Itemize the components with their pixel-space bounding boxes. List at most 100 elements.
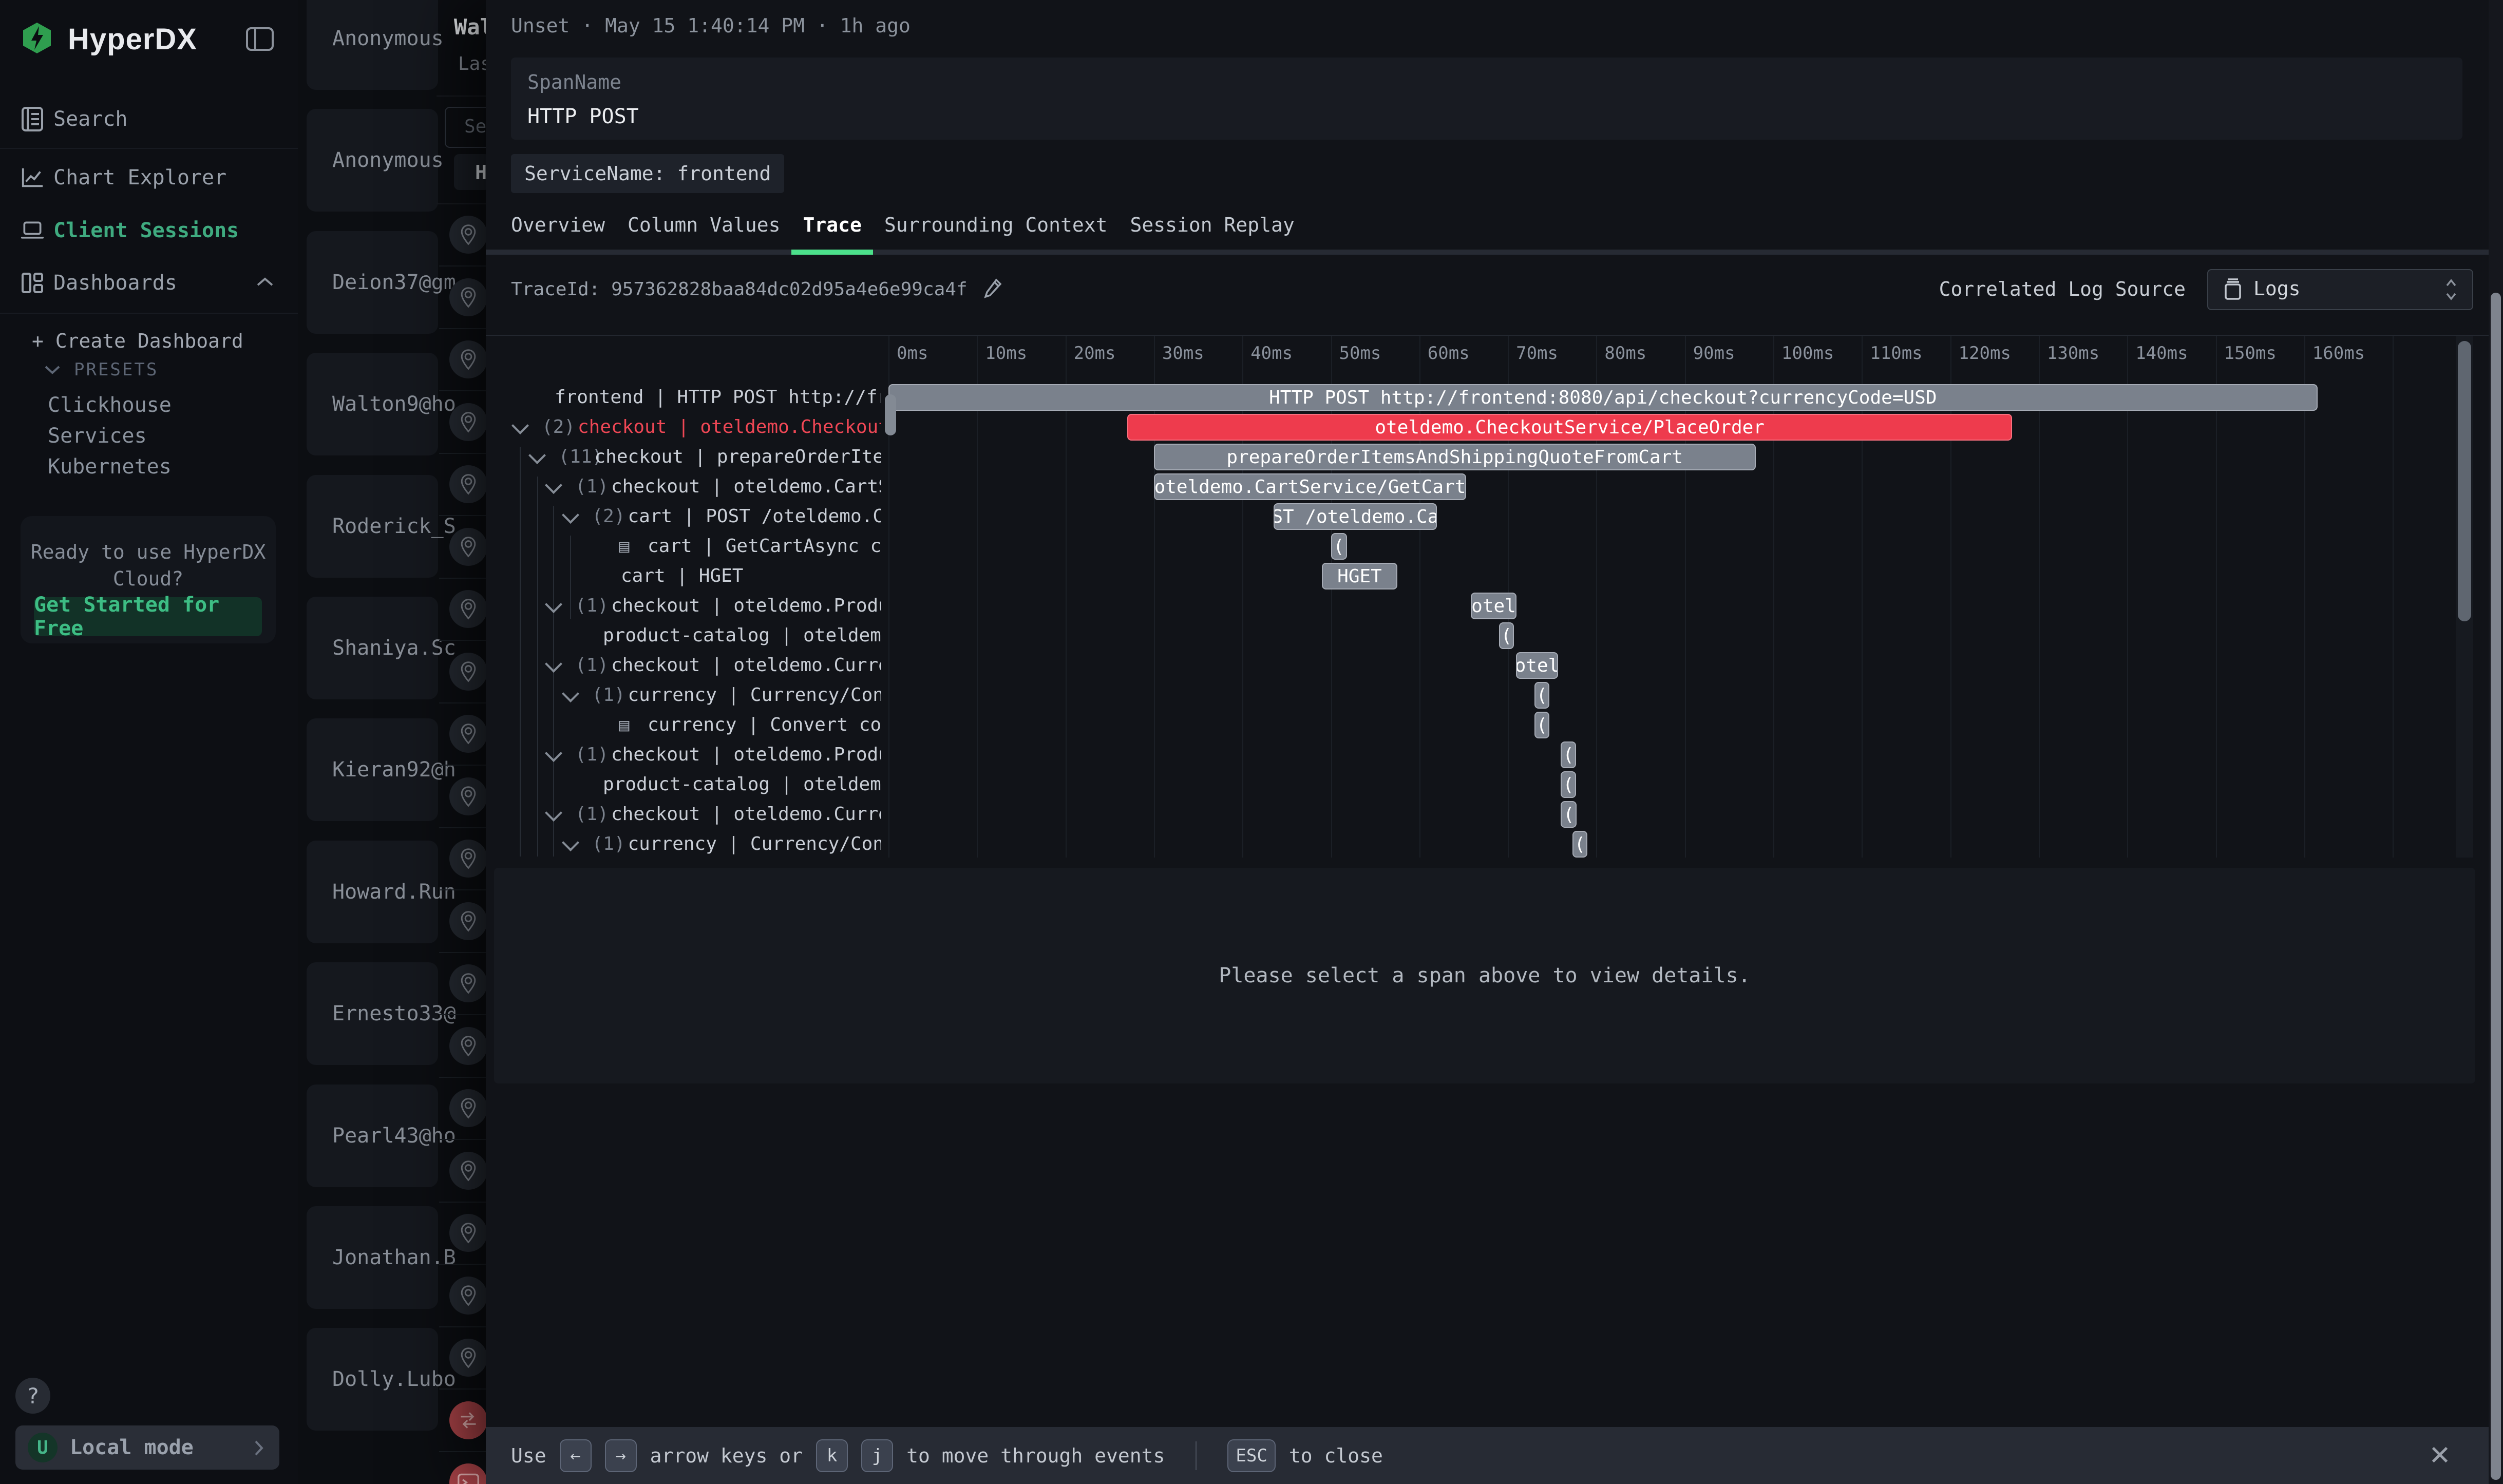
edit-pencil-icon[interactable] xyxy=(983,277,1003,301)
span-bar[interactable]: POST /oteldemo.Cart xyxy=(1274,503,1437,530)
chevron-down-icon[interactable] xyxy=(545,804,562,822)
chevron-down-icon[interactable] xyxy=(562,685,579,702)
span-bar[interactable]: HGET xyxy=(1322,563,1397,589)
event-row[interactable] xyxy=(439,203,486,267)
chevron-down-icon[interactable] xyxy=(545,655,562,673)
create-dashboard-button[interactable]: + Create Dashboard xyxy=(32,330,243,352)
event-row[interactable] xyxy=(439,266,486,329)
sidebar-item-dashboards[interactable]: Dashboards xyxy=(0,257,298,309)
tree-scrollbar-thumb[interactable] xyxy=(885,394,896,435)
presets-header[interactable]: PRESETS xyxy=(43,359,158,380)
session-card[interactable]: Howard.Run xyxy=(307,841,438,943)
chevron-down-icon[interactable] xyxy=(545,477,562,494)
span-bar[interactable]: ( xyxy=(1499,622,1514,649)
session-card[interactable]: Anonymous xyxy=(307,0,438,90)
esc-key[interactable]: ESC xyxy=(1227,1439,1275,1472)
span-tree-label[interactable]: checkout | oteldemo.ProductCat… xyxy=(611,740,881,770)
event-row[interactable] xyxy=(439,952,486,1015)
logo[interactable]: HyperDX xyxy=(21,22,197,56)
chevron-down-icon[interactable] xyxy=(545,596,562,613)
service-name-chip[interactable]: ServiceName: frontend xyxy=(511,154,784,193)
chevron-down-icon[interactable] xyxy=(511,417,529,434)
span-tree-label[interactable]: checkout | oteldemo.CheckoutServic… xyxy=(578,412,881,442)
span-bar[interactable]: ( xyxy=(1561,801,1577,828)
tab-column-values[interactable]: Column Values xyxy=(616,203,791,250)
log-source-select[interactable]: Logs xyxy=(2207,269,2473,310)
span-tree-label[interactable]: frontend | HTTP POST http://frontend:… xyxy=(555,383,881,412)
event-row[interactable] xyxy=(439,1077,486,1140)
span-tree-label[interactable]: product-catalog | oteldemo.Prod… xyxy=(603,621,881,651)
event-row[interactable] xyxy=(439,328,486,391)
session-card[interactable]: Kieran92@h xyxy=(307,718,438,821)
chevron-down-icon[interactable] xyxy=(528,447,546,464)
event-row[interactable] xyxy=(439,1015,486,1078)
collapse-sidebar-icon[interactable] xyxy=(245,27,274,53)
event-row[interactable] xyxy=(439,1139,486,1203)
sidebar-item-search[interactable]: Search xyxy=(0,93,298,145)
span-bar[interactable]: oteldemo.CartService/GetCart xyxy=(1154,473,1466,500)
left-arrow-key[interactable]: ← xyxy=(560,1439,592,1472)
event-row[interactable] xyxy=(439,1202,486,1265)
right-arrow-key[interactable]: → xyxy=(605,1439,637,1472)
session-card[interactable]: Anonymous xyxy=(307,109,438,212)
span-tree-label[interactable]: cart | GetCartAsync called… xyxy=(648,531,881,561)
help-button[interactable]: ? xyxy=(15,1378,50,1414)
span-tree-label[interactable]: checkout | oteldemo.CurrencySe… xyxy=(611,651,881,680)
span-bar[interactable]: ( xyxy=(1561,741,1576,768)
event-row[interactable] xyxy=(439,516,486,579)
span-bar[interactable]: prepareOrderItemsAndShippingQuoteFromCar… xyxy=(1154,444,1756,470)
event-row[interactable] xyxy=(439,1326,486,1390)
sidebar-item-chart-explorer[interactable]: Chart Explorer xyxy=(0,152,298,203)
event-row[interactable] xyxy=(439,1389,486,1452)
get-started-button[interactable]: Get Started for Free xyxy=(34,597,262,636)
span-tree-label[interactable]: checkout | oteldemo.CurrencySe… xyxy=(611,800,881,829)
event-row[interactable] xyxy=(439,765,486,828)
event-row[interactable] xyxy=(439,702,486,766)
span-bar[interactable]: ( xyxy=(1561,771,1576,798)
span-bar[interactable]: ( xyxy=(1331,533,1347,560)
modal-scrollbar-thumb[interactable] xyxy=(2458,341,2471,621)
session-card[interactable]: Deion37@gm xyxy=(307,231,438,334)
preset-kubernetes[interactable]: Kubernetes xyxy=(48,455,172,479)
session-card[interactable]: Walton9@ho xyxy=(307,353,438,455)
session-card[interactable]: Shaniya.Sc xyxy=(307,597,438,699)
span-tree-label[interactable]: checkout | oteldemo.ProductCat… xyxy=(611,591,881,621)
peek-search-input[interactable]: Sea xyxy=(445,107,486,148)
event-row[interactable] xyxy=(439,640,486,703)
span-tree-label[interactable]: product-catalog | oteldemo.Prod… xyxy=(603,770,881,800)
span-bar[interactable]: ( xyxy=(1534,712,1549,738)
j-key[interactable]: j xyxy=(861,1439,893,1472)
event-row[interactable] xyxy=(439,391,486,454)
span-bar[interactable]: ( xyxy=(1534,682,1549,709)
page-scrollbar-thumb[interactable] xyxy=(2491,293,2501,1480)
event-row[interactable] xyxy=(439,1451,486,1484)
tab-trace[interactable]: Trace xyxy=(791,203,873,255)
local-mode-button[interactable]: U Local mode xyxy=(15,1425,279,1470)
chevron-down-icon[interactable] xyxy=(562,834,579,851)
session-card[interactable]: Pearl43@ho xyxy=(307,1085,438,1187)
span-tree-label[interactable]: currency | Currency/Convert xyxy=(628,829,882,858)
chevron-down-icon[interactable] xyxy=(545,745,562,762)
session-card[interactable]: Ernesto33@ xyxy=(307,962,438,1065)
sidebar-item-client-sessions[interactable]: Client Sessions xyxy=(0,205,298,256)
tab-surrounding-context[interactable]: Surrounding Context xyxy=(873,203,1119,250)
span-bar[interactable]: oteldemo.CheckoutService/PlaceOrder xyxy=(1127,414,2012,441)
tab-overview[interactable]: Overview xyxy=(500,203,616,250)
span-bar[interactable]: ( xyxy=(1572,831,1587,858)
span-tree-label[interactable]: checkout | oteldemo.CartServic… xyxy=(611,472,881,502)
event-row[interactable] xyxy=(439,890,486,953)
event-row[interactable] xyxy=(439,1264,486,1327)
span-tree-label[interactable]: currency | Currency/Convert xyxy=(628,680,882,710)
span-tree-label[interactable]: cart | POST /oteldemo.CartSe… xyxy=(628,502,882,531)
session-card[interactable]: Roderick_S xyxy=(307,475,438,578)
event-row[interactable] xyxy=(439,453,486,516)
close-icon[interactable]: ✕ xyxy=(2420,1436,2460,1476)
event-row[interactable] xyxy=(439,578,486,641)
span-bar[interactable]: otel xyxy=(1516,652,1559,679)
k-key[interactable]: k xyxy=(816,1439,848,1472)
tab-session-replay[interactable]: Session Replay xyxy=(1119,203,1306,250)
event-row[interactable] xyxy=(439,827,486,890)
preset-services[interactable]: Services xyxy=(48,424,147,448)
preset-clickhouse[interactable]: Clickhouse xyxy=(48,393,172,417)
session-card[interactable]: Jonathan.B xyxy=(307,1206,438,1309)
